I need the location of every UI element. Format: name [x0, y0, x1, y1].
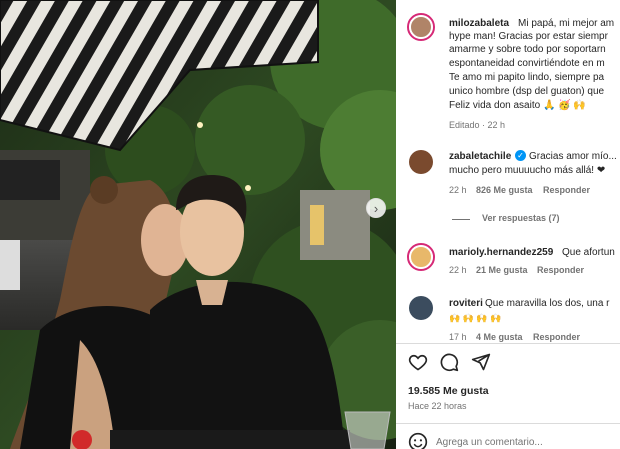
comment-time: 22 h — [449, 185, 467, 195]
comment-author[interactable]: roviteri — [449, 297, 483, 310]
caption-line-2: hype man! Gracias por estar siempr — [449, 31, 608, 42]
post-details-panel: milozabaleta Mi papá, mi mejor am hype m… — [396, 0, 620, 449]
comment-text-line-1: Que maravilla los dos, una r — [485, 298, 610, 309]
author-avatar[interactable] — [407, 13, 435, 41]
verified-badge-icon: ✓ — [515, 150, 526, 161]
share-icon[interactable] — [471, 352, 491, 377]
comment-time: 22 h — [449, 265, 467, 275]
comment-input[interactable] — [436, 434, 616, 449]
replies-divider — [452, 219, 470, 220]
comment-box-divider — [396, 423, 620, 424]
comment-avatar[interactable] — [407, 243, 435, 271]
caption-meta: Editado · 22 h — [449, 120, 506, 130]
caption-line-6: unico hombre (dsp del guaton) que — [449, 86, 605, 97]
comment-likes[interactable]: 826 Me gusta — [476, 185, 533, 195]
caption-line-1: Mi papá, mi mejor am — [518, 18, 615, 29]
post-photo[interactable]: › — [0, 0, 396, 449]
comment-text-line-1: Que afortun — [562, 247, 615, 258]
comment-likes[interactable]: 4 Me gusta — [476, 332, 523, 342]
comment-author[interactable]: marioly.hernandez259 — [449, 246, 553, 259]
reply-button[interactable]: Responder — [543, 185, 590, 195]
caption-line-3: amarme y sobre todo por soportarn — [449, 44, 606, 55]
comment-author[interactable]: zabaletachile — [449, 150, 511, 163]
caption-author[interactable]: milozabaleta — [449, 17, 509, 30]
emoji-icon[interactable] — [408, 432, 428, 449]
comment-text-line-2: 🙌 🙌 🙌 🙌 — [449, 313, 502, 323]
caption-line-7: Feliz vida don asaito 🙏 🥳 🙌 — [449, 100, 586, 111]
post-photo-image — [0, 0, 396, 449]
comment-avatar[interactable] — [409, 150, 433, 174]
likes-count[interactable]: 19.585 Me gusta — [408, 385, 489, 398]
comment-likes[interactable]: 21 Me gusta — [476, 265, 528, 275]
caption-line-5: Te amo mi papito lindo, siempre pa — [449, 72, 605, 83]
reply-button[interactable]: Responder — [537, 265, 584, 275]
carousel-next-button[interactable]: › — [366, 198, 386, 218]
caption-line-4: espontaneidad convirtiéndote en m — [449, 58, 605, 69]
heart-icon[interactable] — [408, 352, 428, 377]
comment-text-line-1: Gracias amor mío... — [529, 151, 617, 162]
chevron-right-icon: › — [373, 200, 379, 216]
comment-avatar[interactable] — [409, 296, 433, 320]
comment-icon[interactable] — [439, 352, 459, 377]
post-date: Hace 22 horas — [408, 401, 467, 411]
comment-time: 17 h — [449, 332, 467, 342]
comment-text-line-2: mucho pero muuuucho más allá! ❤ — [449, 165, 606, 176]
reply-button[interactable]: Responder — [533, 332, 580, 342]
actions-divider — [396, 343, 620, 344]
view-replies-button[interactable]: Ver respuestas (7) — [482, 213, 560, 223]
